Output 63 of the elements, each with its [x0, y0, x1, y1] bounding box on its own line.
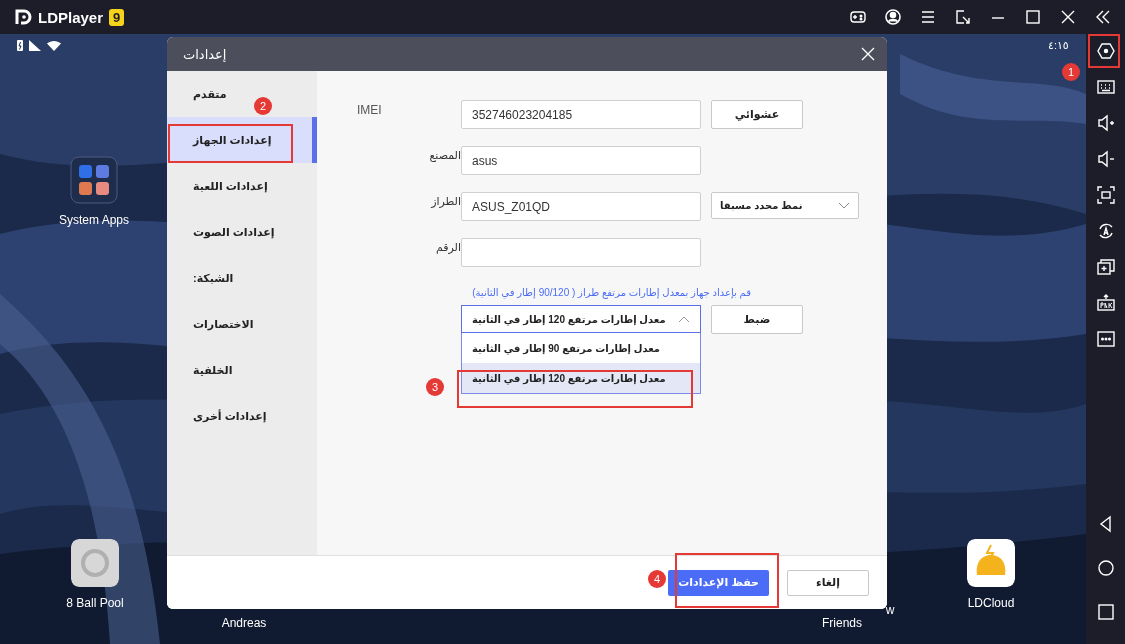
signal-icon [29, 40, 41, 51]
dropdown-option[interactable]: معدل إطارات مرتفع 90 إطار في الثانية [462, 333, 700, 363]
nav-item[interactable]: إعدادات أخرى [193, 409, 267, 423]
dialog-title: إعدادات [183, 46, 227, 62]
app-title: LDPlayer [38, 8, 104, 26]
settings-icon[interactable] [1095, 41, 1116, 61]
wifi-icon [47, 40, 61, 51]
cancel-button[interactable]: إلغاء [787, 569, 869, 596]
close-icon[interactable] [861, 47, 875, 61]
nav-item[interactable]: متقدم [193, 87, 227, 101]
app-label: Friends [822, 616, 862, 630]
save-button[interactable]: حفظ الإعدادات [668, 569, 769, 596]
app-folder-icon[interactable] [70, 156, 118, 204]
volume-down-icon[interactable] [1095, 149, 1116, 169]
logo-icon [14, 8, 32, 26]
field-label: IMEI [357, 102, 383, 117]
screenshot-icon[interactable] [1095, 185, 1116, 205]
collapse-icon[interactable] [1094, 8, 1112, 26]
cloud-app-icon[interactable] [967, 539, 1015, 587]
version-badge: 9 [109, 8, 125, 26]
gamepad-icon[interactable] [849, 8, 867, 26]
app-label: LDCloud [967, 596, 1015, 610]
nav-item[interactable]: الاختصارات [193, 317, 254, 331]
field-label: الطراز [429, 194, 461, 208]
input-field[interactable]: 352746023204185 [461, 100, 701, 129]
field-label: المصنع [428, 148, 461, 162]
highlight-frame [1088, 34, 1120, 68]
random-button[interactable]: عشوائي [711, 100, 803, 129]
maximize-icon[interactable] [1024, 8, 1042, 26]
user-icon[interactable] [884, 8, 902, 26]
nav-item[interactable]: الخلفية [193, 363, 233, 377]
preset-dropdown[interactable]: نمط محدد مسبقا [711, 192, 859, 219]
more-icon[interactable] [1095, 329, 1116, 349]
app-icon[interactable] [71, 539, 119, 587]
app-label: 8 Ball Pool [66, 596, 124, 610]
dropdown-option[interactable]: معدل إطارات مرتفع 120 إطار في الثانية [462, 363, 700, 393]
apply-button[interactable]: ضبط [711, 305, 803, 334]
fps-dropdown[interactable]: معدل إطارات مرتفع 120 إطار في الثانية [461, 305, 701, 333]
chevron-icon [838, 201, 850, 210]
app-label: System Apps [59, 213, 129, 227]
home-icon[interactable] [1095, 558, 1116, 578]
input-field[interactable]: ASUS_Z01QD [461, 192, 701, 221]
nav-item[interactable]: إعدادات الصوت [193, 225, 275, 239]
input-field[interactable]: asus [461, 146, 701, 175]
close-icon[interactable] [1059, 8, 1077, 26]
app-label: Andreas [221, 616, 267, 630]
menu-icon[interactable] [919, 8, 937, 26]
resize-icon[interactable] [954, 8, 972, 26]
nav-item[interactable]: الشبكة: [193, 271, 234, 285]
clock: ٤:١٥ [1048, 39, 1069, 52]
battery-icon [17, 40, 23, 51]
apk-install-icon[interactable] [1095, 293, 1116, 313]
multi-instance-icon[interactable] [1095, 257, 1116, 277]
field-label: الرقم [434, 240, 461, 254]
recents-icon[interactable] [1095, 602, 1116, 622]
chevron-icon [678, 315, 690, 323]
keyboard-icon[interactable] [1095, 77, 1116, 97]
nav-item[interactable]: إعدادات الجهاز [167, 117, 317, 163]
hint-text: قم بإعداد جهاز بمعدل إطارات مرتفع طراز ( 90/120 إطار في الثانية) [471, 287, 751, 298]
app-label: w [885, 603, 895, 617]
input-field[interactable] [461, 238, 701, 267]
nav-item[interactable]: إعدادات اللعبة [193, 179, 268, 193]
volume-up-icon[interactable] [1095, 113, 1116, 133]
